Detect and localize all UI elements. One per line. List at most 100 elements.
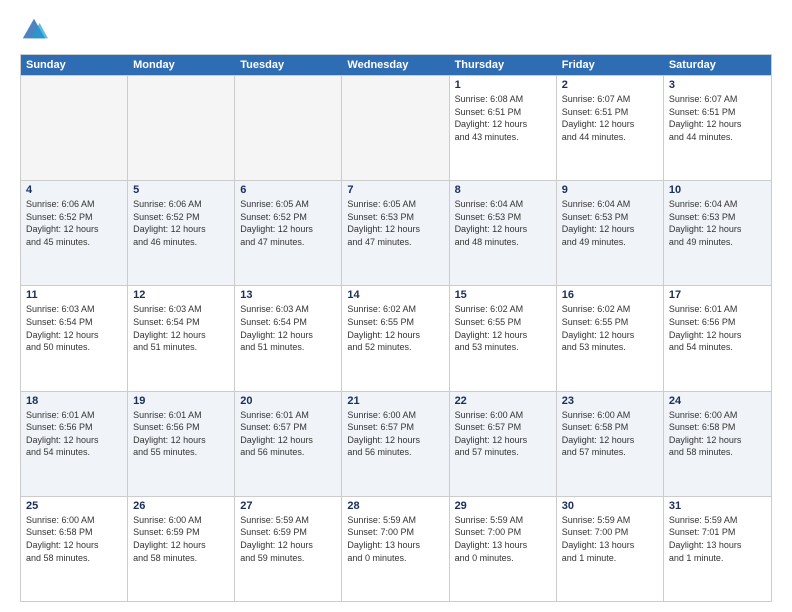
day-number: 17 bbox=[669, 289, 766, 301]
calendar-cell: 14 Sunrise: 6:02 AM Sunset: 6:55 PM Dayli… bbox=[342, 286, 449, 390]
day-info: Sunrise: 6:00 AM Sunset: 6:58 PM Dayligh… bbox=[562, 409, 658, 459]
calendar-cell: 21Sunrise: 6:00 AM Sunset: 6:57 PM Dayli… bbox=[342, 392, 449, 496]
calendar-cell: 30 Sunrise: 5:59 AM Sunset: 7:00 PM Dayli… bbox=[557, 497, 664, 601]
calendar-cell: 26 Sunrise: 6:00 AM Sunset: 6:59 PM Dayli… bbox=[128, 497, 235, 601]
calendar-cell: 8 Sunrise: 6:04 AM Sunset: 6:53 PM Daylig… bbox=[450, 181, 557, 285]
day-info: Sunrise: 5:59 AM Sunset: 6:59 PM Dayligh… bbox=[240, 514, 336, 564]
calendar-cell: 16Sunrise: 6:02 AM Sunset: 6:55 PM Dayli… bbox=[557, 286, 664, 390]
day-info: Sunrise: 6:00 AM Sunset: 6:58 PM Dayligh… bbox=[669, 409, 766, 459]
calendar-cell: 4 Sunrise: 6:06 AM Sunset: 6:52 PM Daylig… bbox=[21, 181, 128, 285]
calendar-cell: 7 Sunrise: 6:05 AM Sunset: 6:53 PM Daylig… bbox=[342, 181, 449, 285]
calendar-header: SundayMondayTuesdayWednesdayThursdayFrid… bbox=[21, 55, 771, 75]
day-number: 13 bbox=[240, 289, 336, 301]
day-info: Sunrise: 6:07 AM Sunset: 6:51 PM Dayligh… bbox=[562, 93, 658, 143]
day-info: Sunrise: 6:04 AM Sunset: 6:53 PM Dayligh… bbox=[455, 198, 551, 248]
day-number: 29 bbox=[455, 500, 551, 512]
day-number: 7 bbox=[347, 184, 443, 196]
day-number: 12 bbox=[133, 289, 229, 301]
day-number: 11 bbox=[26, 289, 122, 301]
day-number: 31 bbox=[669, 500, 766, 512]
day-info: Sunrise: 6:02 AM Sunset: 6:55 PM Dayligh… bbox=[562, 303, 658, 353]
calendar-row-3: 11 Sunrise: 6:03 AM Sunset: 6:54 PM Dayli… bbox=[21, 285, 771, 390]
calendar-cell: 22 Sunrise: 6:00 AM Sunset: 6:57 PM Dayli… bbox=[450, 392, 557, 496]
day-number: 30 bbox=[562, 500, 658, 512]
calendar-body: 1 Sunrise: 6:08 AM Sunset: 6:51 PM Daylig… bbox=[21, 75, 771, 601]
weekday-header-tuesday: Tuesday bbox=[235, 55, 342, 75]
calendar-cell: 1 Sunrise: 6:08 AM Sunset: 6:51 PM Daylig… bbox=[450, 76, 557, 180]
weekday-header-sunday: Sunday bbox=[21, 55, 128, 75]
weekday-header-wednesday: Wednesday bbox=[342, 55, 449, 75]
day-number: 5 bbox=[133, 184, 229, 196]
day-number: 15 bbox=[455, 289, 551, 301]
day-number: 3 bbox=[669, 79, 766, 91]
calendar-cell: 12 Sunrise: 6:03 AM Sunset: 6:54 PM Dayli… bbox=[128, 286, 235, 390]
day-number: 22 bbox=[455, 395, 551, 407]
day-info: Sunrise: 6:04 AM Sunset: 6:53 PM Dayligh… bbox=[669, 198, 766, 248]
calendar-cell: 13 Sunrise: 6:03 AM Sunset: 6:54 PM Dayli… bbox=[235, 286, 342, 390]
day-number: 23 bbox=[562, 395, 658, 407]
calendar-cell: 24 Sunrise: 6:00 AM Sunset: 6:58 PM Dayli… bbox=[664, 392, 771, 496]
day-info: Sunrise: 6:04 AM Sunset: 6:53 PM Dayligh… bbox=[562, 198, 658, 248]
header bbox=[20, 16, 772, 44]
calendar-cell: 28Sunrise: 5:59 AM Sunset: 7:00 PM Dayli… bbox=[342, 497, 449, 601]
day-number: 1 bbox=[455, 79, 551, 91]
weekday-header-thursday: Thursday bbox=[450, 55, 557, 75]
day-info: Sunrise: 6:02 AM Sunset: 6:55 PM Dayligh… bbox=[347, 303, 443, 353]
logo bbox=[20, 16, 52, 44]
weekday-header-friday: Friday bbox=[557, 55, 664, 75]
day-number: 19 bbox=[133, 395, 229, 407]
day-info: Sunrise: 5:59 AM Sunset: 7:01 PM Dayligh… bbox=[669, 514, 766, 564]
calendar-cell: 18Sunrise: 6:01 AM Sunset: 6:56 PM Dayli… bbox=[21, 392, 128, 496]
calendar-cell: 20Sunrise: 6:01 AM Sunset: 6:57 PM Dayli… bbox=[235, 392, 342, 496]
calendar: SundayMondayTuesdayWednesdayThursdayFrid… bbox=[20, 54, 772, 602]
day-info: Sunrise: 6:00 AM Sunset: 6:58 PM Dayligh… bbox=[26, 514, 122, 564]
day-info: Sunrise: 5:59 AM Sunset: 7:00 PM Dayligh… bbox=[562, 514, 658, 564]
day-number: 14 bbox=[347, 289, 443, 301]
day-number: 10 bbox=[669, 184, 766, 196]
calendar-cell bbox=[21, 76, 128, 180]
day-number: 20 bbox=[240, 395, 336, 407]
day-number: 9 bbox=[562, 184, 658, 196]
calendar-cell bbox=[235, 76, 342, 180]
calendar-cell: 5 Sunrise: 6:06 AM Sunset: 6:52 PM Daylig… bbox=[128, 181, 235, 285]
day-info: Sunrise: 6:00 AM Sunset: 6:57 PM Dayligh… bbox=[347, 409, 443, 459]
day-info: Sunrise: 6:03 AM Sunset: 6:54 PM Dayligh… bbox=[26, 303, 122, 353]
calendar-cell: 29Sunrise: 5:59 AM Sunset: 7:00 PM Dayli… bbox=[450, 497, 557, 601]
calendar-cell: 25Sunrise: 6:00 AM Sunset: 6:58 PM Dayli… bbox=[21, 497, 128, 601]
day-number: 26 bbox=[133, 500, 229, 512]
calendar-cell: 2 Sunrise: 6:07 AM Sunset: 6:51 PM Daylig… bbox=[557, 76, 664, 180]
calendar-cell: 11 Sunrise: 6:03 AM Sunset: 6:54 PM Dayli… bbox=[21, 286, 128, 390]
day-info: Sunrise: 6:01 AM Sunset: 6:56 PM Dayligh… bbox=[669, 303, 766, 353]
calendar-cell: 23 Sunrise: 6:00 AM Sunset: 6:58 PM Dayli… bbox=[557, 392, 664, 496]
calendar-cell: 31 Sunrise: 5:59 AM Sunset: 7:01 PM Dayli… bbox=[664, 497, 771, 601]
day-info: Sunrise: 6:01 AM Sunset: 6:56 PM Dayligh… bbox=[26, 409, 122, 459]
calendar-row-5: 25Sunrise: 6:00 AM Sunset: 6:58 PM Dayli… bbox=[21, 496, 771, 601]
page: SundayMondayTuesdayWednesdayThursdayFrid… bbox=[0, 0, 792, 612]
calendar-cell: 15Sunrise: 6:02 AM Sunset: 6:55 PM Dayli… bbox=[450, 286, 557, 390]
day-number: 4 bbox=[26, 184, 122, 196]
calendar-cell: 10 Sunrise: 6:04 AM Sunset: 6:53 PM Dayli… bbox=[664, 181, 771, 285]
day-info: Sunrise: 6:05 AM Sunset: 6:53 PM Dayligh… bbox=[347, 198, 443, 248]
day-info: Sunrise: 6:07 AM Sunset: 6:51 PM Dayligh… bbox=[669, 93, 766, 143]
day-info: Sunrise: 6:00 AM Sunset: 6:59 PM Dayligh… bbox=[133, 514, 229, 564]
day-number: 8 bbox=[455, 184, 551, 196]
day-info: Sunrise: 6:03 AM Sunset: 6:54 PM Dayligh… bbox=[240, 303, 336, 353]
day-info: Sunrise: 6:06 AM Sunset: 6:52 PM Dayligh… bbox=[133, 198, 229, 248]
day-info: Sunrise: 6:05 AM Sunset: 6:52 PM Dayligh… bbox=[240, 198, 336, 248]
calendar-row-1: 1 Sunrise: 6:08 AM Sunset: 6:51 PM Daylig… bbox=[21, 75, 771, 180]
calendar-cell bbox=[342, 76, 449, 180]
day-info: Sunrise: 6:08 AM Sunset: 6:51 PM Dayligh… bbox=[455, 93, 551, 143]
calendar-cell: 17 Sunrise: 6:01 AM Sunset: 6:56 PM Dayli… bbox=[664, 286, 771, 390]
calendar-cell bbox=[128, 76, 235, 180]
calendar-cell: 3 Sunrise: 6:07 AM Sunset: 6:51 PM Daylig… bbox=[664, 76, 771, 180]
weekday-header-monday: Monday bbox=[128, 55, 235, 75]
calendar-cell: 6 Sunrise: 6:05 AM Sunset: 6:52 PM Daylig… bbox=[235, 181, 342, 285]
day-number: 24 bbox=[669, 395, 766, 407]
day-number: 2 bbox=[562, 79, 658, 91]
day-info: Sunrise: 6:06 AM Sunset: 6:52 PM Dayligh… bbox=[26, 198, 122, 248]
day-info: Sunrise: 6:00 AM Sunset: 6:57 PM Dayligh… bbox=[455, 409, 551, 459]
day-number: 6 bbox=[240, 184, 336, 196]
day-info: Sunrise: 6:01 AM Sunset: 6:56 PM Dayligh… bbox=[133, 409, 229, 459]
calendar-row-4: 18Sunrise: 6:01 AM Sunset: 6:56 PM Dayli… bbox=[21, 391, 771, 496]
day-info: Sunrise: 6:03 AM Sunset: 6:54 PM Dayligh… bbox=[133, 303, 229, 353]
